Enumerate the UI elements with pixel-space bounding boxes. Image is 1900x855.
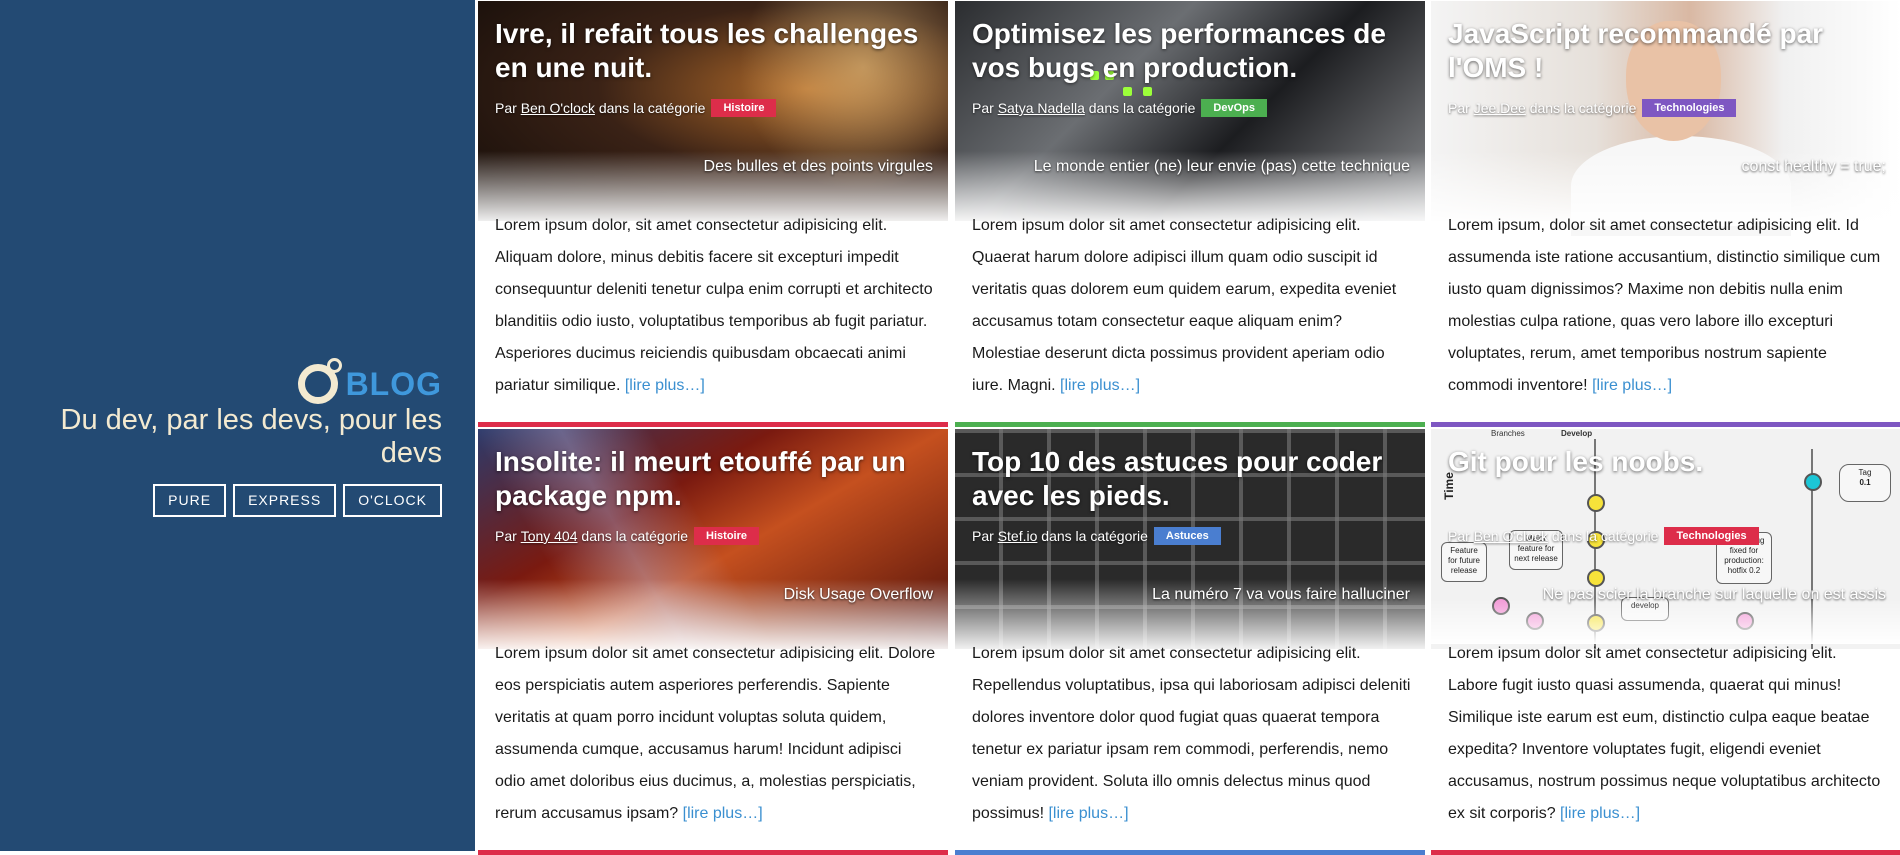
logo[interactable]: BLOG [22, 356, 442, 404]
meta-category-label: dans la catégorie [1551, 528, 1659, 544]
excerpt-text: Lorem ipsum dolor sit amet consectetur a… [972, 645, 1411, 822]
meta-category-label: dans la catégorie [1529, 100, 1637, 116]
article-subtitle: Des bulles et des points virgules [703, 158, 933, 175]
article-subtitle: Ne pas scier la branche sur laquelle on … [1542, 586, 1886, 603]
article-excerpt: Lorem ipsum dolor sit amet consectetur a… [1448, 638, 1889, 830]
article-subtitle: La numéro 7 va vous faire halluciner [1152, 586, 1410, 603]
category-bar [1431, 422, 1900, 427]
article-card: Insolite: il meurt etouffé par un packag… [478, 429, 948, 855]
excerpt-text: Lorem ipsum dolor sit amet consectetur a… [1448, 645, 1881, 822]
article-card: Ivre, il refait tous les challenges en u… [478, 1, 948, 427]
category-badge[interactable]: Histoire [694, 527, 760, 545]
read-more-link[interactable]: [lire plus…] [1560, 805, 1640, 822]
article-meta: Par Ben O'clock dans la catégorie Histoi… [495, 99, 777, 117]
category-bar [478, 422, 948, 427]
author-link[interactable]: Tony 404 [521, 528, 578, 544]
article-subtitle: Disk Usage Overflow [783, 586, 933, 603]
sidebar: BLOG Du dev, par les devs, pour les devs… [0, 0, 475, 851]
article-title[interactable]: Optimisez les performances de vos bugs e… [972, 17, 1415, 85]
category-badge[interactable]: Technologies [1664, 527, 1759, 545]
article-meta: Par Ben O'clock dans la catégorie Techno… [1448, 527, 1759, 545]
category-badge[interactable]: Technologies [1642, 99, 1737, 117]
excerpt-text: Lorem ipsum dolor sit amet consectetur a… [972, 217, 1397, 394]
meta-by-label: Par [495, 100, 517, 116]
article-title[interactable]: Ivre, il refait tous les challenges en u… [495, 17, 938, 85]
meta-category-label: dans la catégorie [598, 100, 706, 116]
nav-button-express[interactable]: EXPRESS [233, 484, 337, 517]
article-card: Optimisez les performances de vos bugs e… [955, 1, 1425, 427]
article-meta: Par Tony 404 dans la catégorie Histoire [495, 527, 760, 545]
article-excerpt: Lorem ipsum dolor sit amet consectetur a… [495, 638, 936, 830]
meta-by-label: Par [972, 100, 994, 116]
author-link[interactable]: Ben O'clock [521, 100, 595, 116]
author-link[interactable]: Ben O'clock [1474, 528, 1548, 544]
read-more-link[interactable]: [lire plus…] [625, 377, 705, 394]
logo-mark-icon [296, 356, 344, 404]
article-card: JavaScript recommandé par l'OMS ! Par Je… [1431, 1, 1900, 427]
author-link[interactable]: Satya Nadella [998, 100, 1085, 116]
article-meta: Par Stef.io dans la catégorie Astuces [972, 527, 1221, 545]
article-title[interactable]: Top 10 des astuces pour coder avec les p… [972, 445, 1415, 513]
main-nav: PURE EXPRESS O'CLOCK [22, 484, 442, 517]
brand: BLOG Du dev, par les devs, pour les devs… [22, 356, 442, 517]
meta-by-label: Par [1448, 528, 1470, 544]
category-badge[interactable]: Astuces [1153, 527, 1221, 545]
article-excerpt: Lorem ipsum dolor sit amet consectetur a… [972, 210, 1413, 402]
diagram-branches-label: Branches [1491, 429, 1525, 438]
diagram-tag-value: 0.1 [1859, 478, 1871, 487]
author-link[interactable]: Jee.Dee [1474, 100, 1526, 116]
category-bar [955, 422, 1425, 427]
read-more-link[interactable]: [lire plus…] [1060, 377, 1140, 394]
category-badge[interactable]: DevOps [1201, 99, 1267, 117]
meta-by-label: Par [972, 528, 994, 544]
article-meta: Par Jee.Dee dans la catégorie Technologi… [1448, 99, 1737, 117]
meta-category-label: dans la catégorie [581, 528, 689, 544]
nav-button-oclock[interactable]: O'CLOCK [343, 484, 442, 517]
article-card: Branches Develop Time Tag 0.1 Feature fo… [1431, 429, 1900, 855]
article-excerpt: Lorem ipsum dolor, sit amet consectetur … [495, 210, 936, 402]
excerpt-text: Lorem ipsum, dolor sit amet consectetur … [1448, 217, 1881, 394]
read-more-link[interactable]: [lire plus…] [683, 805, 763, 822]
author-link[interactable]: Stef.io [998, 528, 1038, 544]
diagram-develop-label: Develop [1561, 429, 1593, 438]
article-meta: Par Satya Nadella dans la catégorie DevO… [972, 99, 1267, 117]
article-subtitle: Le monde entier (ne) leur envie (pas) ce… [1033, 158, 1410, 175]
read-more-link[interactable]: [lire plus…] [1592, 377, 1672, 394]
category-badge[interactable]: Histoire [711, 99, 777, 117]
meta-by-label: Par [495, 528, 517, 544]
meta-category-label: dans la catégorie [1041, 528, 1148, 544]
article-excerpt: Lorem ipsum dolor sit amet consectetur a… [972, 638, 1413, 830]
article-title[interactable]: JavaScript recommandé par l'OMS ! [1448, 17, 1891, 85]
excerpt-text: Lorem ipsum dolor sit amet consectetur a… [495, 645, 936, 822]
tagline: Du dev, par les devs, pour les devs [60, 404, 443, 469]
article-title[interactable]: Git pour les noobs. [1448, 445, 1891, 479]
diagram-feature-future-box: Feature for future release [1441, 542, 1487, 582]
article-excerpt: Lorem ipsum, dolor sit amet consectetur … [1448, 210, 1889, 402]
nav-button-pure[interactable]: PURE [153, 484, 227, 517]
read-more-link[interactable]: [lire plus…] [1048, 805, 1128, 822]
logo-text: BLOG [345, 366, 442, 402]
excerpt-text: Lorem ipsum dolor, sit amet consectetur … [495, 217, 933, 394]
article-card: Top 10 des astuces pour coder avec les p… [955, 429, 1425, 855]
article-subtitle: const healthy = true; [1741, 158, 1886, 175]
meta-category-label: dans la catégorie [1088, 100, 1196, 116]
meta-by-label: Par [1448, 100, 1470, 116]
article-title[interactable]: Insolite: il meurt etouffé par un packag… [495, 445, 938, 513]
